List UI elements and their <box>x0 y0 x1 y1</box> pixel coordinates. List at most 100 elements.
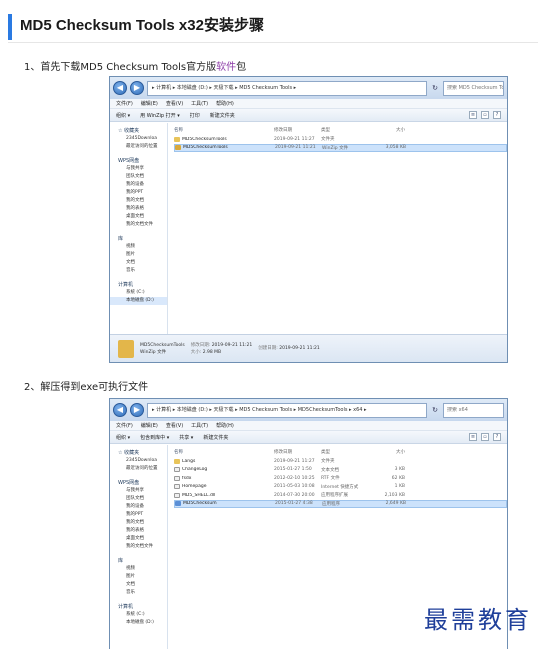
menu-item[interactable]: 工具(T) <box>191 100 208 107</box>
toolbar-new-folder[interactable]: 新建文件夹 <box>203 434 228 441</box>
nav-item[interactable]: 团队文档 <box>110 173 167 181</box>
file-row[interactable]: MD5ChecksumTools 2019-09-21 11:27 文件夹 <box>174 135 507 144</box>
toolbar-organize[interactable]: 组织 ▾ <box>116 434 130 441</box>
menu-item[interactable]: 工具(T) <box>191 422 208 429</box>
nav-item[interactable]: 与我共享 <box>110 487 167 495</box>
help-icon[interactable]: ? <box>493 433 501 441</box>
nav-group[interactable]: 计算机 <box>110 281 167 289</box>
search-box[interactable] <box>443 80 504 96</box>
nav-item[interactable]: 最近访问的位置 <box>110 465 167 473</box>
toolbar-share[interactable]: 共享 ▾ <box>179 434 193 441</box>
nav-item[interactable]: 本地磁盘 (D:) <box>110 297 167 305</box>
view-options-icon[interactable]: ≡ <box>469 433 477 441</box>
nav-item[interactable]: 2345Downloa <box>110 457 167 465</box>
column-type[interactable]: 类型 <box>321 127 365 133</box>
file-list: 名称 修改日期 类型 大小 MD5ChecksumTools 2019-09-21… <box>168 123 507 334</box>
search-input[interactable] <box>447 84 503 91</box>
menu-item[interactable]: 查看(V) <box>166 422 183 429</box>
software-link[interactable]: 软件 <box>216 62 236 73</box>
column-type[interactable]: 类型 <box>321 449 365 455</box>
nav-item[interactable]: 我的文档文件 <box>110 221 167 229</box>
back-icon[interactable]: ◀ <box>113 81 127 95</box>
refresh-icon[interactable]: ↻ <box>430 82 440 95</box>
file-row[interactable]: Langs 2019-09-21 11:27 文件夹 <box>174 457 507 466</box>
menu-item[interactable]: 文件(F) <box>116 422 133 429</box>
view-options-icon[interactable]: ≡ <box>469 111 477 119</box>
address-bar[interactable]: ▸ 计算机 ▸ 本地磁盘 (D:) ▸ 天极下载 ▸ MD5 Checksum … <box>147 80 427 96</box>
nav-item[interactable]: 图片 <box>110 573 167 581</box>
nav-item[interactable]: 我的表格 <box>110 205 167 213</box>
column-size[interactable]: 大小 <box>365 449 405 455</box>
nav-item[interactable]: 我的设备 <box>110 503 167 511</box>
nav-item[interactable]: 音乐 <box>110 589 167 597</box>
file-row[interactable]: MD5Checksum 2015-01-27 4:38 应用程序 2,649 KB <box>174 499 507 508</box>
file-row[interactable]: MD5_SHELL.dll 2014-07-30 20:00 应用程序扩展 2,103… <box>174 491 507 500</box>
toolbar-include-library[interactable]: 包含到库中 ▾ <box>140 434 169 441</box>
toolbar-new-folder[interactable]: 新建文件夹 <box>210 112 235 119</box>
nav-item[interactable]: 文档 <box>110 581 167 589</box>
toolbar-print[interactable]: 打印 <box>190 112 200 119</box>
nav-item[interactable]: 视频 <box>110 565 167 573</box>
file-row[interactable]: fsdx 2012-02-10 10:25 RTF 文件 62 KB <box>174 474 507 483</box>
file-row[interactable]: Homepage 2011-05-03 10:08 Internet 快捷方式 1 K… <box>174 483 507 492</box>
menu-item[interactable]: 帮助(H) <box>216 422 234 429</box>
doc-icon <box>174 475 180 481</box>
nav-group[interactable]: WPS网盘 <box>110 479 167 487</box>
refresh-icon[interactable]: ↻ <box>430 404 440 417</box>
nav-item[interactable]: 与我共享 <box>110 165 167 173</box>
menu-item[interactable]: 查看(V) <box>166 100 183 107</box>
menu-item[interactable]: 帮助(H) <box>216 100 234 107</box>
toolbar-open-winzip[interactable]: 用 WinZip 打开 ▾ <box>140 112 180 119</box>
nav-item[interactable]: 本地磁盘 (D:) <box>110 619 167 627</box>
back-icon[interactable]: ◀ <box>113 403 127 417</box>
menu-item[interactable]: 编辑(E) <box>141 422 158 429</box>
search-input[interactable] <box>447 406 503 413</box>
nav-item[interactable]: 桌面文档 <box>110 213 167 221</box>
nav-item[interactable]: 我的文档文件 <box>110 543 167 551</box>
address-bar[interactable]: ▸ 计算机 ▸ 本地磁盘 (D:) ▸ 天极下载 ▸ MD5 Checksum … <box>147 402 427 418</box>
nav-item[interactable]: 系统 (C:) <box>110 289 167 297</box>
nav-item[interactable]: 我的表格 <box>110 527 167 535</box>
nav-item[interactable]: 音乐 <box>110 267 167 275</box>
nav-item[interactable]: 我的PPT <box>110 189 167 197</box>
preview-pane-icon[interactable]: ▫ <box>481 433 489 441</box>
nav-item[interactable]: 文档 <box>110 259 167 267</box>
column-date[interactable]: 修改日期 <box>274 127 321 133</box>
nav-item[interactable]: 我的文档 <box>110 519 167 527</box>
nav-item[interactable]: 2345Downloa <box>110 135 167 143</box>
column-name[interactable]: 名称 <box>174 127 274 133</box>
toolbar-organize[interactable]: 组织 ▾ <box>116 112 130 119</box>
forward-icon[interactable]: ▶ <box>130 81 144 95</box>
details-modified-label: 修改日期: <box>190 342 211 348</box>
step-2-text: 2、解压得到exe可执行文件 <box>24 382 149 393</box>
menu-item[interactable]: 编辑(E) <box>141 100 158 107</box>
nav-item[interactable]: 我的文档 <box>110 197 167 205</box>
file-name: fsdx <box>182 475 192 481</box>
nav-item[interactable]: 视频 <box>110 243 167 251</box>
nav-item[interactable]: 最近访问的位置 <box>110 143 167 151</box>
nav-group[interactable]: 库 <box>110 235 167 243</box>
column-date[interactable]: 修改日期 <box>274 449 321 455</box>
column-name[interactable]: 名称 <box>174 449 274 455</box>
nav-item[interactable]: 图片 <box>110 251 167 259</box>
forward-icon[interactable]: ▶ <box>130 403 144 417</box>
column-size[interactable]: 大小 <box>365 127 405 133</box>
nav-group[interactable]: ☆ 收藏夹 <box>110 449 167 457</box>
file-row[interactable]: ChangeLog 2015-01-27 1:50 文本文档 3 KB <box>174 466 507 475</box>
nav-item[interactable]: 团队文档 <box>110 495 167 503</box>
nav-item[interactable]: 系统 (C:) <box>110 611 167 619</box>
search-box[interactable] <box>443 402 504 418</box>
nav-group[interactable]: 库 <box>110 557 167 565</box>
nav-group[interactable]: ☆ 收藏夹 <box>110 127 167 135</box>
nav-group[interactable]: WPS网盘 <box>110 157 167 165</box>
file-row[interactable]: MD5ChecksumTools 2019-09-21 11:21 WinZip 文… <box>174 143 507 152</box>
file-name-cell: MD5_SHELL.dll <box>174 492 274 498</box>
nav-item[interactable]: 我的PPT <box>110 511 167 519</box>
help-icon[interactable]: ? <box>493 111 501 119</box>
toolbar: 组织 ▾ 包含到库中 ▾ 共享 ▾ 新建文件夹 ≡ ▫ ? <box>110 431 507 444</box>
nav-group[interactable]: 计算机 <box>110 603 167 611</box>
menu-item[interactable]: 文件(F) <box>116 100 133 107</box>
preview-pane-icon[interactable]: ▫ <box>481 111 489 119</box>
nav-item[interactable]: 我的设备 <box>110 181 167 189</box>
nav-item[interactable]: 桌面文档 <box>110 535 167 543</box>
